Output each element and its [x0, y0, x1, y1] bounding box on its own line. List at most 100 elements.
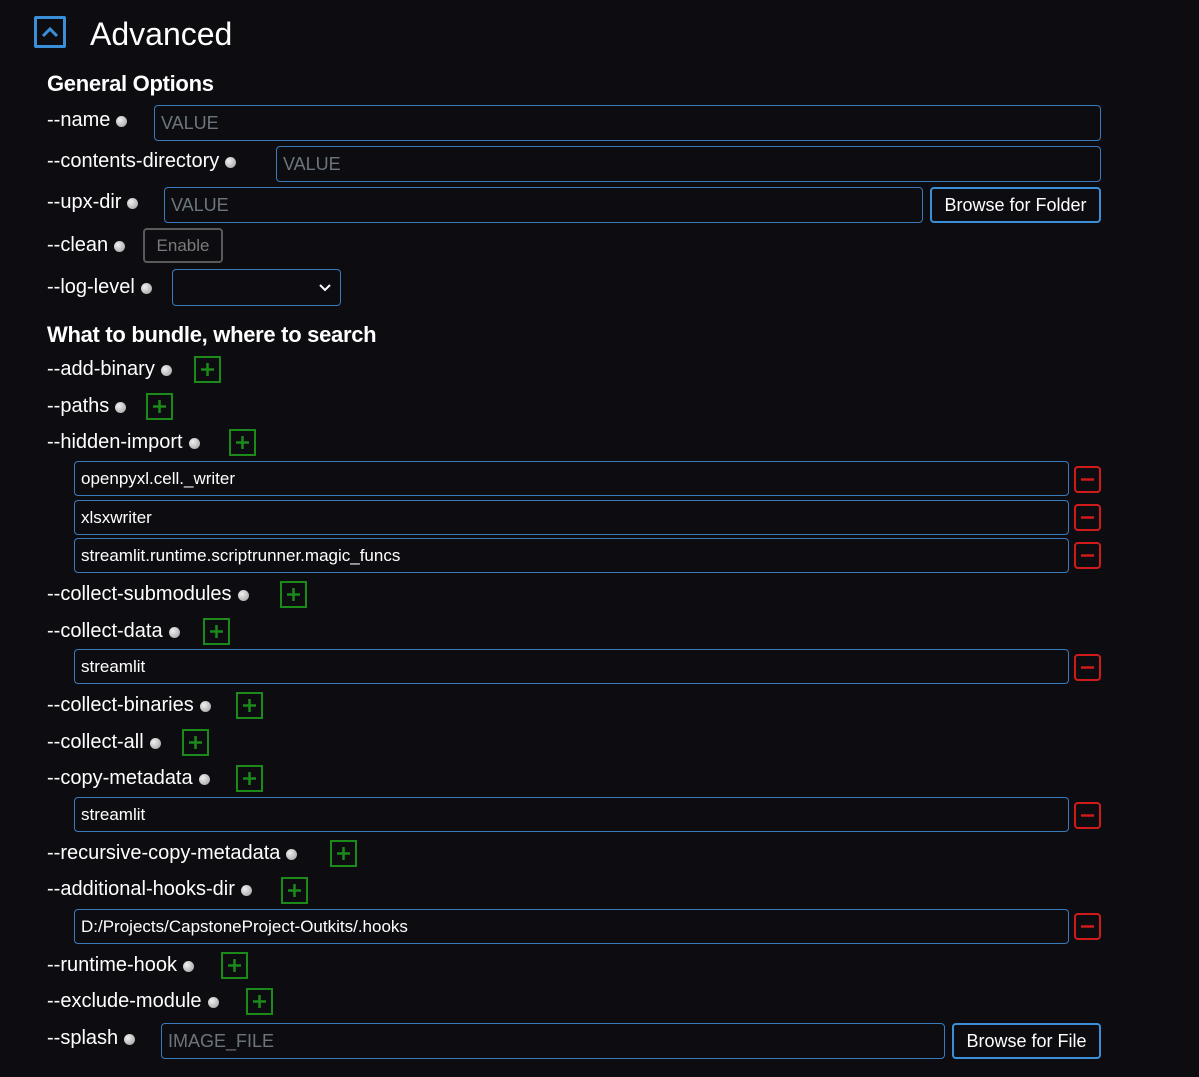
recursive-copy-metadata-add-button[interactable] — [330, 840, 357, 867]
help-icon[interactable] — [115, 401, 127, 413]
help-icon[interactable] — [199, 700, 211, 712]
runtime-hook-add-button[interactable] — [221, 952, 248, 979]
option-label-text: --name — [47, 109, 111, 131]
exclude-module-add-button[interactable] — [246, 988, 273, 1015]
upx-dir-input[interactable]: VALUE — [164, 187, 923, 223]
section-title-bundle: What to bundle, where to search — [47, 322, 377, 347]
hidden-import-remove-button[interactable] — [1074, 504, 1101, 531]
option-label-text: --upx-dir — [47, 191, 122, 213]
plus-icon — [253, 995, 266, 1008]
collect-all-add-button[interactable] — [182, 729, 209, 756]
name-input[interactable]: VALUE — [154, 105, 1101, 141]
option-label-copy-metadata: --copy-metadata — [47, 765, 210, 791]
option-label-splash: --splash — [47, 1025, 136, 1051]
help-icon[interactable] — [160, 364, 172, 376]
splash-input[interactable]: IMAGE_FILE — [161, 1023, 945, 1059]
plus-icon — [243, 772, 256, 785]
help-icon[interactable] — [225, 156, 237, 168]
hidden-import-add-button[interactable] — [229, 429, 256, 456]
plus-icon — [243, 699, 256, 712]
additional-hooks-dir-remove-button[interactable] — [1074, 913, 1101, 940]
collect-data-value-input[interactable]: streamlit — [74, 649, 1069, 684]
minus-icon — [1081, 814, 1094, 817]
copy-metadata-add-button[interactable] — [236, 765, 263, 792]
help-icon[interactable] — [116, 115, 128, 127]
option-label-text: --splash — [47, 1027, 119, 1049]
contents-directory-input[interactable]: VALUE — [276, 146, 1101, 182]
plus-icon — [189, 736, 202, 749]
option-label-text: --recursive-copy-metadata — [47, 842, 281, 864]
help-icon[interactable] — [286, 848, 298, 860]
option-label-text: --additional-hooks-dir — [47, 878, 235, 900]
collect-data-add-button[interactable] — [203, 618, 230, 645]
copy-metadata-value-input[interactable]: streamlit — [74, 797, 1069, 832]
option-label-collect-binaries: --collect-binaries — [47, 692, 211, 718]
collect-submodules-add-button[interactable] — [280, 581, 307, 608]
hidden-import-value-input[interactable]: xlsxwriter — [74, 500, 1069, 535]
option-label-text: --collect-submodules — [47, 583, 232, 605]
help-icon[interactable] — [237, 589, 249, 601]
option-label-text: --add-binary — [47, 358, 155, 380]
option-label-contents-directory: --contents-directory — [47, 148, 237, 174]
option-label-text: --paths — [47, 395, 110, 417]
help-icon[interactable] — [207, 996, 219, 1008]
plus-icon — [288, 884, 301, 897]
paths-add-button[interactable] — [146, 393, 173, 420]
hidden-import-remove-button[interactable] — [1074, 466, 1101, 493]
option-label-text: --contents-directory — [47, 150, 220, 172]
hidden-import-value-input[interactable]: openpyxl.cell._writer — [74, 461, 1069, 496]
option-label-upx-dir: --upx-dir — [47, 189, 139, 215]
help-icon[interactable] — [168, 626, 180, 638]
add-binary-add-button[interactable] — [194, 356, 221, 383]
help-icon[interactable] — [240, 884, 252, 896]
option-label-recursive-copy-metadata: --recursive-copy-metadata — [47, 840, 298, 866]
option-label-text: --collect-data — [47, 620, 163, 642]
hidden-import-remove-button[interactable] — [1074, 542, 1101, 569]
help-icon[interactable] — [114, 240, 126, 252]
additional-hooks-dir-add-button[interactable] — [281, 877, 308, 904]
collect-binaries-add-button[interactable] — [236, 692, 263, 719]
section-title-general: General Options — [47, 71, 214, 96]
option-label-log-level: --log-level — [47, 274, 152, 300]
copy-metadata-remove-button[interactable] — [1074, 802, 1101, 829]
option-label-add-binary: --add-binary — [47, 356, 172, 382]
help-icon[interactable] — [127, 197, 139, 209]
chevron-down-icon — [319, 284, 331, 292]
plus-icon — [153, 400, 166, 413]
help-icon[interactable] — [149, 737, 161, 749]
option-label-text: --exclude-module — [47, 990, 202, 1012]
option-label-additional-hooks-dir: --additional-hooks-dir — [47, 876, 252, 902]
help-icon[interactable] — [188, 437, 200, 449]
option-label-text: --hidden-import — [47, 431, 183, 453]
option-label-hidden-import: --hidden-import — [47, 429, 200, 455]
clean-enable-button[interactable]: Enable — [143, 228, 223, 263]
browse-folder-button[interactable]: Browse for Folder — [930, 187, 1101, 223]
option-label-paths: --paths — [47, 393, 127, 419]
minus-icon — [1081, 666, 1094, 669]
minus-icon — [1081, 478, 1094, 481]
option-label-text: --collect-all — [47, 731, 144, 753]
hidden-import-value-input[interactable]: streamlit.runtime.scriptrunner.magic_fun… — [74, 538, 1069, 573]
plus-icon — [210, 625, 223, 638]
minus-icon — [1081, 554, 1094, 557]
plus-icon — [337, 847, 350, 860]
option-label-text: --runtime-hook — [47, 954, 178, 976]
option-label-clean: --clean — [47, 232, 126, 258]
plus-icon — [236, 436, 249, 449]
log-level-select[interactable] — [172, 269, 341, 306]
plus-icon — [287, 588, 300, 601]
additional-hooks-dir-value-input[interactable]: D:/Projects/CapstoneProject-Outkits/.hoo… — [74, 909, 1069, 944]
collapse-toggle-button[interactable] — [34, 16, 66, 48]
option-label-runtime-hook: --runtime-hook — [47, 952, 195, 978]
browse-file-button[interactable]: Browse for File — [952, 1023, 1101, 1059]
help-icon[interactable] — [198, 773, 210, 785]
option-label-collect-data: --collect-data — [47, 618, 180, 644]
collect-data-remove-button[interactable] — [1074, 654, 1101, 681]
option-label-exclude-module: --exclude-module — [47, 988, 219, 1014]
help-icon[interactable] — [124, 1033, 136, 1045]
help-icon[interactable] — [140, 282, 152, 294]
minus-icon — [1081, 925, 1094, 928]
plus-icon — [201, 363, 214, 376]
help-icon[interactable] — [183, 960, 195, 972]
option-label-name: --name — [47, 107, 128, 133]
